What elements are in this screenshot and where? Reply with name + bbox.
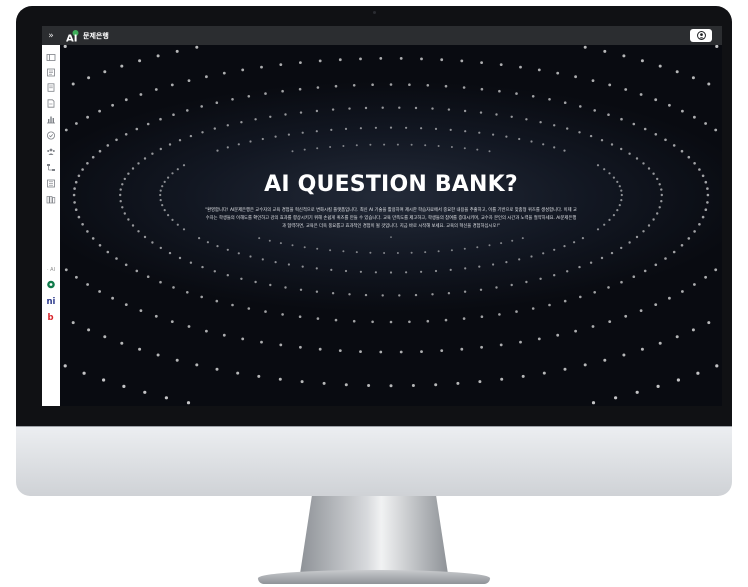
svg-text:AI: AI <box>66 33 77 42</box>
card-icon[interactable] <box>46 53 56 62</box>
chart-icon[interactable] <box>46 115 56 124</box>
group-icon[interactable] <box>46 147 56 156</box>
top-navbar: » AI 문제은행 <box>42 26 722 45</box>
book-icon[interactable] <box>46 179 56 188</box>
monitor-stand-base <box>258 570 490 584</box>
hero-title: AI QUESTION BANK? <box>264 172 518 197</box>
books-icon[interactable] <box>46 195 56 204</box>
b-app-icon[interactable]: b <box>46 312 56 321</box>
hero-banner: AI QUESTION BANK? "환영합니다! AI문제은행은 교수자의 교… <box>60 45 722 406</box>
svg-text:b: b <box>48 313 54 321</box>
logo[interactable]: AI 문제은행 <box>66 29 109 42</box>
expand-sidebar-button[interactable]: » <box>42 31 60 41</box>
profile-button[interactable] <box>690 29 712 42</box>
gpt-app-icon[interactable] <box>46 280 56 289</box>
monitor-stand <box>300 496 448 574</box>
document-icon[interactable] <box>46 83 56 92</box>
logo-text: 문제은행 <box>83 31 109 40</box>
user-circle-icon <box>696 31 706 40</box>
monitor-chin <box>16 426 732 496</box>
sidebar: · AI ni b <box>42 45 60 406</box>
ai-section-label: · AI <box>47 267 56 273</box>
ni-app-icon[interactable]: ni <box>46 296 56 305</box>
hero-description: "환영합니다! AI문제은행은 교수자의 교육 경험을 혁신적으로 변화시킬 플… <box>205 208 577 229</box>
logo-mark-icon: AI <box>66 29 79 42</box>
screen: » AI 문제은행 · AI ni b AI QUESTION BANK? "환… <box>42 26 722 406</box>
hierarchy-icon[interactable] <box>46 163 56 172</box>
webcam <box>373 11 376 14</box>
double-chevron-right-icon: » <box>48 30 54 41</box>
list-icon[interactable] <box>46 68 56 77</box>
check-circle-icon[interactable] <box>46 131 56 140</box>
file-edit-icon[interactable] <box>46 99 56 108</box>
svg-text:ni: ni <box>47 297 56 305</box>
